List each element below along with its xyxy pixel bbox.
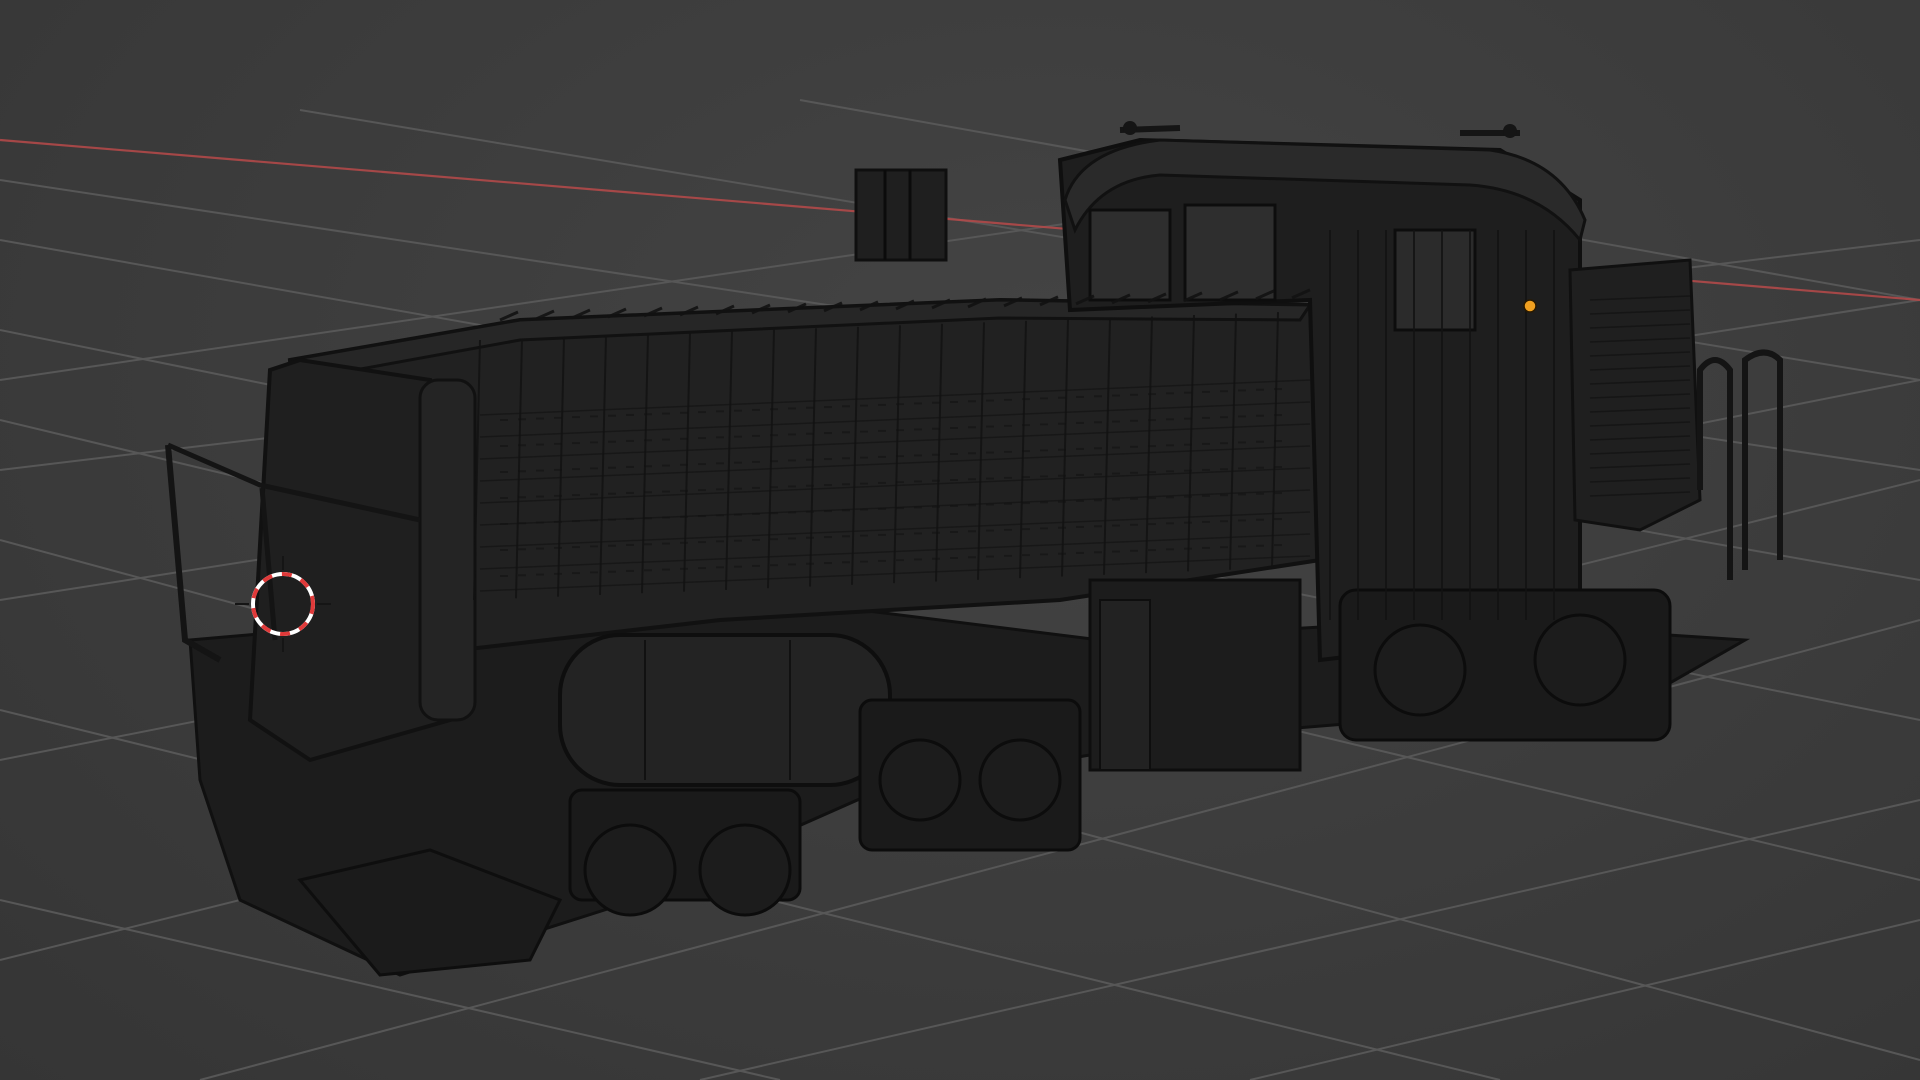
- viewport-canvas[interactable]: [0, 0, 1920, 1080]
- wheel: [1373, 623, 1467, 717]
- horn-right-bell: [1503, 124, 1517, 138]
- exhaust-stack[interactable]: [854, 168, 948, 262]
- wheel: [978, 738, 1062, 822]
- rear-handrail[interactable]: [1697, 357, 1733, 580]
- 3d-viewport[interactable]: [0, 0, 1920, 1080]
- horn-left-bell: [1123, 121, 1137, 135]
- grid-line: [1249, 919, 1920, 1080]
- wheel: [583, 823, 677, 917]
- cab-window-3: [1393, 228, 1477, 332]
- wheel: [878, 738, 962, 822]
- cab-window-1: [1088, 208, 1172, 302]
- locomotive-mesh[interactable]: [165, 121, 1783, 977]
- object-origin[interactable]: [1523, 299, 1537, 313]
- cab-window-2: [1183, 203, 1277, 302]
- rear-handrail-2[interactable]: [1742, 349, 1783, 571]
- fuel-tank[interactable]: [558, 633, 892, 787]
- wheel: [698, 823, 792, 917]
- nose-pillar[interactable]: [418, 378, 477, 722]
- front-handrail[interactable]: [165, 444, 222, 663]
- cab-step-block: [1099, 599, 1151, 771]
- wheel: [1533, 613, 1627, 707]
